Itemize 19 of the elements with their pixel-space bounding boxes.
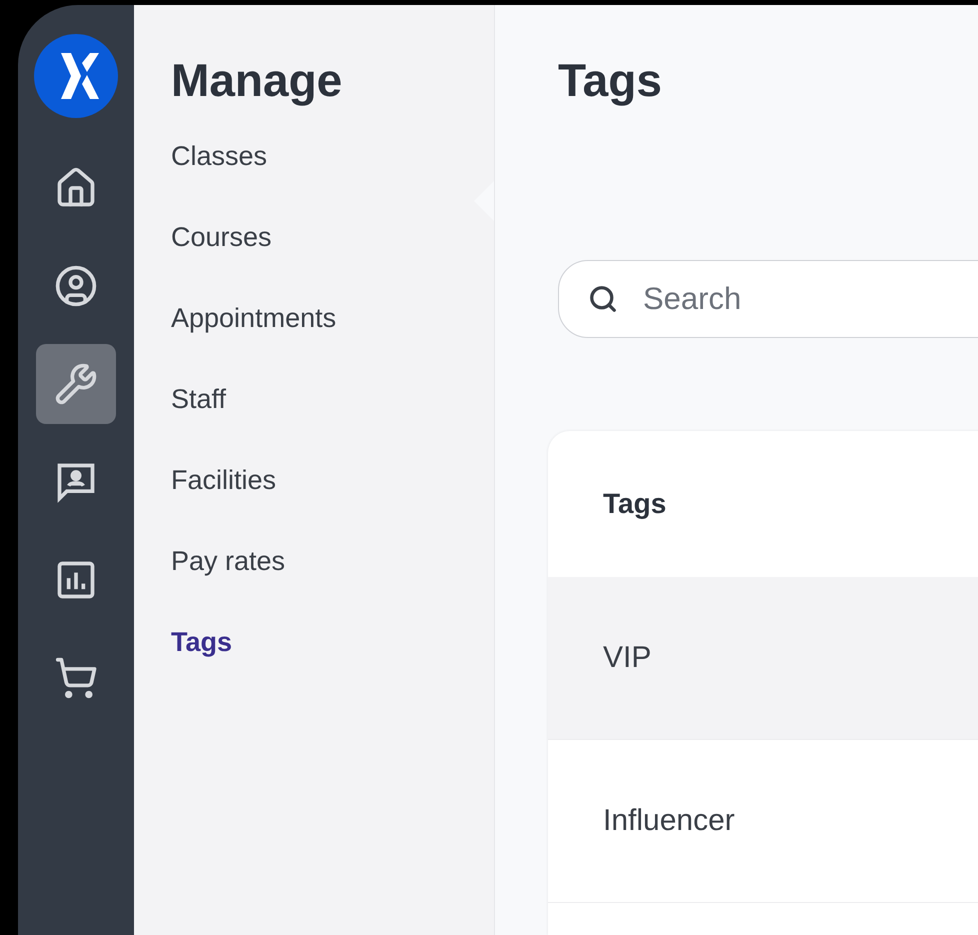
sidebar-item[interactable]: Courses [171, 224, 272, 305]
search-field[interactable]: Search [558, 260, 978, 338]
wrench-icon [54, 362, 98, 406]
sidebar-item[interactable]: Classes [171, 143, 268, 224]
table-cell: Influencer [603, 804, 735, 838]
nav-button[interactable] [36, 344, 116, 424]
search-icon [588, 284, 618, 314]
table-cell: VIP [603, 641, 652, 675]
sidebar-item[interactable]: Facilities [171, 467, 276, 548]
column-header: Tags [603, 488, 666, 520]
sidebar-item[interactable]: Staff [171, 386, 226, 467]
cart-icon [54, 656, 98, 700]
profile-icon [54, 264, 98, 308]
sidebar-item[interactable]: Pay rates [171, 548, 286, 629]
table-row[interactable]: VIP [548, 577, 978, 740]
sidebar-item[interactable]: Tags [171, 629, 232, 710]
table-row[interactable]: Influencer [548, 740, 978, 903]
sidebar-item[interactable]: Appointments [171, 305, 336, 386]
logo-icon [34, 34, 118, 118]
